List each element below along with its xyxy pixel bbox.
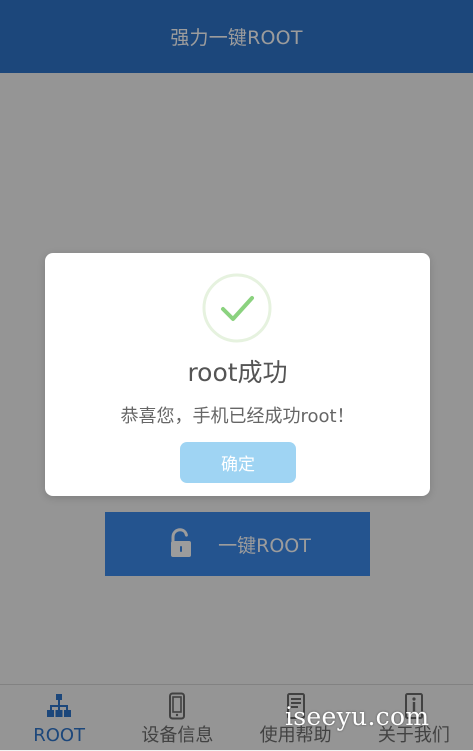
app-screen: 强力一键ROOT 一键ROOT ROOT 设备信息 使用帮助 关于我们 root…: [0, 0, 473, 750]
check-icon: [202, 273, 272, 343]
dialog-title: root成功: [187, 358, 288, 387]
watermark: iseeyu.com: [285, 702, 430, 731]
confirm-button[interactable]: 确定: [180, 442, 296, 483]
dialog-message: 恭喜您，手机已经成功root！: [120, 406, 355, 427]
success-dialog: root成功 恭喜您，手机已经成功root！ 确定: [45, 253, 430, 496]
